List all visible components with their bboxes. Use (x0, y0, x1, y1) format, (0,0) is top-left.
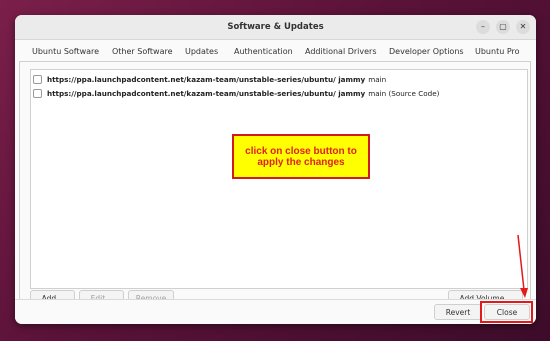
annotation-arrow (517, 234, 528, 298)
arrow-shaft (517, 234, 525, 291)
arrow-head (520, 288, 528, 298)
